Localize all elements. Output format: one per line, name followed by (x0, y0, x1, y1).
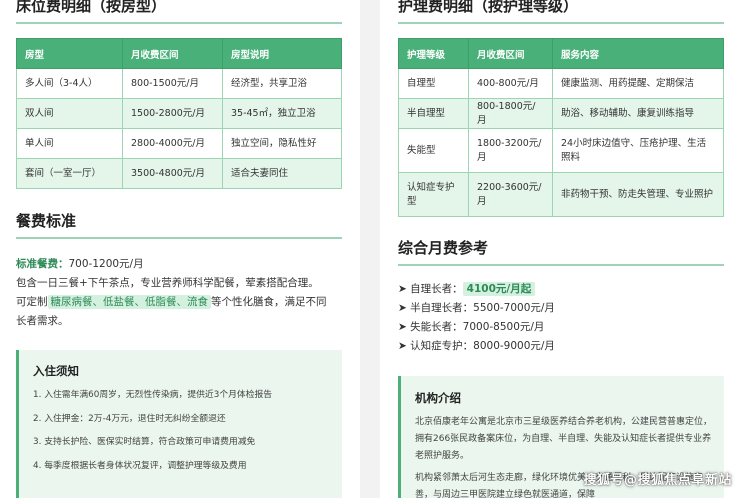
table-cell: 独立空间，隐私性好 (222, 128, 342, 159)
monthly-section-underline (398, 264, 724, 266)
table-cell: 35-45㎡，独立卫浴 (222, 98, 342, 129)
table-cell: 认知症专护型 (398, 172, 469, 217)
meal-desc-line: 包含一日三餐+下午茶点，专业营养师科学配餐，荤素搭配合理。 (16, 277, 319, 289)
table-cell: 半自理型 (398, 98, 469, 129)
bed-section-title: 床位费明细（按房型） (16, 0, 167, 15)
table-cell: 2200-3600元/月 (468, 172, 553, 217)
table-cell: 非药物干预、防走失管理、专业照护 (552, 172, 724, 217)
care-section-title: 护理费明细（按护理等级） (398, 0, 579, 15)
meal-standard-label: 标准餐费： (16, 258, 69, 270)
table-cell: 1800-3200元/月 (468, 128, 553, 173)
watermark: 搜狐号@搜狐焦点阜新站 (583, 473, 732, 488)
table-cell: 健康监测、用药提醒、定期保洁 (552, 68, 724, 99)
monthly-list: ➤ 自理长者： 4100元/月起 ➤ 半自理长者：5500-7000元/月 ➤ 失… (398, 280, 728, 356)
monthly-label: 认知症专护： (410, 340, 474, 352)
table-cell: 助浴、移动辅助、康复训练指导 (552, 98, 724, 129)
table-cell: 自理型 (398, 68, 469, 99)
table-header-cell: 服务内容 (552, 38, 724, 69)
column-divider (360, 0, 380, 498)
monthly-label: 自理长者： (410, 283, 463, 295)
table-row: 失能型 1800-3200元/月 24小时床边值守、压疮护理、生活照料 (398, 128, 724, 173)
monthly-value: 5500-7000元/月 (473, 302, 555, 314)
meal-last-line: 长者需求。 (16, 315, 69, 327)
meal-content: 标准餐费：700-1200元/月 包含一日三餐+下午茶点，专业营养师科学配餐，荤… (16, 255, 351, 331)
list-item: 1. 入住需年满60周岁，无烈性传染病，提供近3个月体检报告 (33, 390, 273, 400)
bed-fee-table: 房型 月收费区间 房型说明 多人间（3-4人） 800-1500元/月 经济型，… (16, 38, 342, 189)
arrow-bullet-icon: ➤ (398, 340, 407, 352)
care-fee-table: 护理等级 月收费区间 服务内容 自理型 400-800元/月 健康监测、用药提醒… (398, 38, 724, 217)
monthly-value: 8000-9000元/月 (473, 340, 555, 352)
notice-box-title: 入住须知 (33, 364, 79, 378)
meal-section-underline (16, 237, 342, 239)
list-item: ➤ 认知症专护：8000-9000元/月 (398, 337, 728, 356)
monthly-value: 7000-8500元/月 (462, 321, 545, 333)
table-cell: 1500-2800元/月 (122, 98, 223, 129)
arrow-bullet-icon: ➤ (398, 321, 407, 333)
notice-box: 入住须知 1. 入住需年满60周岁，无烈性传染病，提供近3个月体检报告 2. 入… (16, 350, 342, 498)
table-row: 双人间 1500-2800元/月 35-45㎡，独立卫浴 (16, 98, 342, 129)
meal-custom-suffix: 等个性化膳食，满足不同 (211, 296, 327, 308)
monthly-label: 半自理长者： (410, 302, 474, 314)
table-cell: 800-1800元/月 (468, 98, 553, 129)
table-row: 自理型 400-800元/月 健康监测、用药提醒、定期保洁 (398, 68, 724, 99)
meal-custom-prefix: 可定制 (16, 296, 48, 308)
table-cell: 800-1500元/月 (122, 68, 223, 99)
table-header-row: 房型 月收费区间 房型说明 (16, 38, 342, 69)
list-item: ➤ 自理长者： 4100元/月起 (398, 280, 728, 299)
org-box-title: 机构介绍 (415, 391, 461, 405)
table-row: 单人间 2800-4000元/月 独立空间，隐私性好 (16, 128, 342, 159)
table-row: 套间（一室一厅） 3500-4800元/月 适合夫妻同住 (16, 158, 342, 189)
list-item: 2. 入住押金：2万-4万元，退住时无纠纷全额退还 (33, 413, 226, 424)
table-cell: 400-800元/月 (468, 68, 553, 99)
care-section-underline (398, 22, 724, 24)
table-row: 半自理型 800-1800元/月 助浴、移动辅助、康复训练指导 (398, 98, 724, 129)
table-cell: 2800-4000元/月 (122, 128, 223, 159)
org-paragraph: 北京佰康老年公寓是北京市三星级医养结合养老机构，公建民营普惠定位，拥有266张民… (415, 417, 713, 461)
list-item: ➤ 半自理长者：5500-7000元/月 (398, 299, 728, 318)
monthly-section-title: 综合月费参考 (398, 239, 489, 257)
table-header-cell: 房型 (16, 38, 123, 69)
table-cell: 多人间（3-4人） (16, 68, 123, 99)
table-header-cell: 房型说明 (222, 38, 342, 69)
notice-list: 1. 入住需年满60周岁，无烈性传染病，提供近3个月体检报告 2. 入住押金：2… (33, 389, 338, 473)
table-cell: 套间（一室一厅） (16, 158, 123, 189)
table-cell: 3500-4800元/月 (122, 158, 223, 189)
list-item: 4. 每季度根据长者身体状况复评，调整护理等级及费用 (33, 460, 247, 471)
bed-section-underline (16, 22, 342, 24)
table-header-cell: 月收费区间 (122, 38, 223, 69)
meal-standard-value: 700-1200元/月 (68, 258, 144, 270)
arrow-bullet-icon: ➤ (398, 302, 407, 314)
monthly-value-highlight: 4100元/月起 (462, 282, 536, 296)
list-item: ➤ 失能长者：7000-8500元/月 (398, 318, 728, 337)
arrow-bullet-icon: ➤ (398, 283, 407, 295)
table-cell: 经济型，共享卫浴 (222, 68, 342, 99)
table-cell: 失能型 (398, 128, 469, 173)
monthly-label: 失能长者： (410, 321, 463, 333)
table-header-cell: 月收费区间 (468, 38, 553, 69)
table-header-cell: 护理等级 (398, 38, 469, 69)
meal-custom-line: 可定制 糖尿病餐、低盐餐、低脂餐、流食 等个性化膳食，满足不同 (16, 293, 351, 312)
table-row: 多人间（3-4人） 800-1500元/月 经济型，共享卫浴 (16, 68, 342, 99)
table-cell: 24小时床边值守、压疮护理、生活照料 (552, 128, 724, 173)
list-item: 3. 支持长护险、医保实时结算，符合政策可申请费用减免 (33, 437, 256, 447)
table-cell: 双人间 (16, 98, 123, 129)
meal-section-title: 餐费标准 (16, 212, 77, 230)
meal-standard-line: 标准餐费：700-1200元/月 (16, 255, 351, 274)
meal-custom-highlight: 糖尿病餐、低盐餐、低脂餐、流食 (47, 295, 211, 309)
table-cell: 单人间 (16, 128, 123, 159)
table-cell: 适合夫妻同住 (222, 158, 342, 189)
table-header-row: 护理等级 月收费区间 服务内容 (398, 38, 724, 69)
table-row: 认知症专护型 2200-3600元/月 非药物干预、防走失管理、专业照护 (398, 172, 724, 217)
